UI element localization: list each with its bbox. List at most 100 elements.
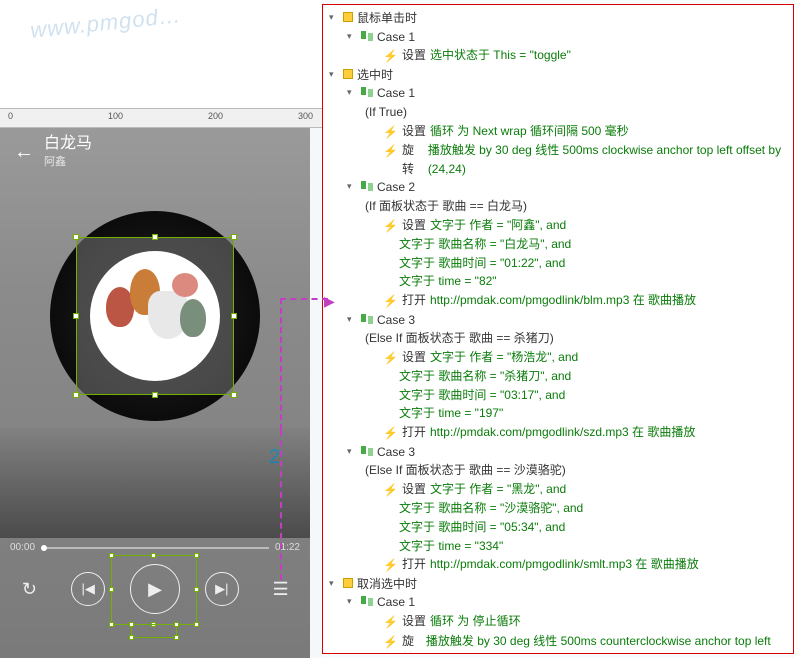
bolt-icon: ⚡ xyxy=(383,613,398,632)
action-row[interactable]: ⚡ 旋转 播放触发 by 30 deg 线性 500ms countercloc… xyxy=(329,632,787,654)
bolt-icon: ⚡ xyxy=(383,481,398,500)
sub-selection[interactable] xyxy=(131,624,177,638)
action-row[interactable]: ⚡ 打开 http://pmdak.com/pmgodlink/szd.mp3 … xyxy=(329,423,787,443)
action-prefix: 设置 xyxy=(402,46,426,65)
case-label: Case 1 xyxy=(377,84,415,103)
bolt-icon: ⚡ xyxy=(383,424,398,443)
album-art[interactable] xyxy=(90,251,220,381)
action-row[interactable]: ⚡ 设置 文字于 作者 = "阿鑫", and xyxy=(329,216,787,236)
action-cont: 文字于 歌曲时间 = "03:17", and xyxy=(329,386,787,405)
progress-bar[interactable]: 00:00 01:22 xyxy=(10,542,300,553)
case-icon xyxy=(361,181,373,191)
collapse-icon[interactable]: ▾ xyxy=(329,577,339,591)
background-crowd xyxy=(0,428,310,538)
action-value: 选中状态于 This = "toggle" xyxy=(430,46,571,65)
case-condition: (Else If 面板状态于 歌曲 == 沙漠骆驼) xyxy=(329,461,787,480)
bolt-icon: ⚡ xyxy=(383,123,398,142)
case-condition: (Else If 面板状态于 歌曲 == 杀猪刀) xyxy=(329,329,787,348)
disc-area[interactable] xyxy=(0,176,310,456)
collapse-icon[interactable]: ▾ xyxy=(347,595,357,609)
bolt-icon: ⚡ xyxy=(383,217,398,236)
design-canvas[interactable]: www.pmgod… 0 100 200 300 ← 白龙马 阿鑫 xyxy=(0,0,322,658)
connector-line xyxy=(280,298,282,430)
case-node[interactable]: ▾ Case 3 xyxy=(329,443,787,462)
case-label: Case 2 xyxy=(377,178,415,197)
ruler-tick: 100 xyxy=(108,111,123,121)
time-current: 00:00 xyxy=(10,542,35,553)
event-icon xyxy=(343,12,353,22)
case-node[interactable]: ▾ Case 1 xyxy=(329,28,787,47)
song-title: 白龙马 xyxy=(44,135,92,153)
ruler-tick: 200 xyxy=(208,111,223,121)
case-icon xyxy=(361,596,373,606)
action-cont: 文字于 歌曲名称 = "白龙马", and xyxy=(329,235,787,254)
case-icon xyxy=(361,314,373,324)
action-cont: 文字于 time = "334" xyxy=(329,537,787,556)
horizontal-ruler: 0 100 200 300 xyxy=(0,108,322,128)
prev-track-icon[interactable]: |◀ xyxy=(71,572,105,606)
case-label: Case 1 xyxy=(377,28,415,47)
collapse-icon[interactable]: ▾ xyxy=(329,11,339,25)
case-condition: (If True) xyxy=(329,103,787,122)
bolt-icon: ⚡ xyxy=(383,142,398,161)
action-row[interactable]: ⚡ 打开 http://pmdak.com/pmgodlink/blm.mp3 … xyxy=(329,291,787,311)
action-cont: 文字于 time = "82" xyxy=(329,272,787,291)
event-icon xyxy=(343,578,353,588)
collapse-icon[interactable]: ▾ xyxy=(347,445,357,459)
back-arrow-icon[interactable]: ← xyxy=(14,141,34,164)
action-row[interactable]: ⚡ 设置 循环 为 停止循环 xyxy=(329,612,787,632)
action-cont: 文字于 歌曲时间 = "05:34", and xyxy=(329,518,787,537)
case-icon xyxy=(361,31,373,41)
song-artist: 阿鑫 xyxy=(44,153,92,169)
connector-line xyxy=(280,298,328,300)
case-node[interactable]: ▾ Case 1 xyxy=(329,593,787,612)
next-track-icon[interactable]: ▶| xyxy=(205,572,239,606)
action-cont: 文字于 歌曲时间 = "01:22", and xyxy=(329,254,787,273)
bolt-icon: ⚡ xyxy=(383,47,398,66)
action-row[interactable]: ⚡ 设置 循环 为 Next wrap 循环间隔 500 毫秒 xyxy=(329,122,787,142)
case-node[interactable]: ▾ Case 3 xyxy=(329,311,787,330)
connector-line xyxy=(280,430,282,580)
collapse-icon[interactable]: ▾ xyxy=(347,86,357,100)
case-node[interactable]: ▾ Case 1 xyxy=(329,84,787,103)
event-selected[interactable]: ▾ 选中时 xyxy=(329,66,787,85)
action-row[interactable]: ⚡ 旋转 播放触发 by 30 deg 线性 500ms clockwise a… xyxy=(329,141,787,178)
phone-mockup[interactable]: ← 白龙马 阿鑫 xyxy=(0,128,310,658)
interactions-panel[interactable]: ▾ 鼠标单击时 ▾ Case 1 ⚡ 设置 选中状态于 This = "togg… xyxy=(322,4,794,654)
event-unselected[interactable]: ▾ 取消选中时 xyxy=(329,575,787,594)
case-icon xyxy=(361,446,373,456)
case-label: Case 1 xyxy=(377,593,415,612)
action-row[interactable]: ⚡ 设置 选中状态于 This = "toggle" xyxy=(329,46,787,66)
case-label: Case 3 xyxy=(377,443,415,462)
case-condition: (If 面板状态于 歌曲 == 白龙马) xyxy=(329,197,787,216)
action-row[interactable]: ⚡ 设置 文字于 作者 = "杨浩龙", and xyxy=(329,348,787,368)
disc-ring xyxy=(50,211,260,421)
bolt-icon: ⚡ xyxy=(383,556,398,575)
progress-track[interactable] xyxy=(41,547,269,549)
player-controls: ↻ |◀ ▶ ▶| ☰ xyxy=(0,564,310,614)
player-header: ← 白龙马 阿鑫 xyxy=(0,128,310,176)
collapse-icon[interactable]: ▾ xyxy=(347,180,357,194)
event-label: 取消选中时 xyxy=(357,575,417,594)
canvas-top-blank xyxy=(0,0,322,108)
action-row[interactable]: ⚡ 打开 http://pmdak.com/pmgodlink/smlt.mp3… xyxy=(329,555,787,575)
bolt-icon: ⚡ xyxy=(383,633,398,652)
action-row[interactable]: ⚡ 设置 文字于 作者 = "黑龙", and xyxy=(329,480,787,500)
case-label: Case 3 xyxy=(377,311,415,330)
album-illustration xyxy=(100,261,210,371)
collapse-icon[interactable]: ▾ xyxy=(347,313,357,327)
time-total: 01:22 xyxy=(275,542,300,553)
ruler-tick: 300 xyxy=(298,111,313,121)
case-icon xyxy=(361,87,373,97)
play-icon[interactable]: ▶ xyxy=(130,564,180,614)
collapse-icon[interactable]: ▾ xyxy=(329,68,339,82)
loop-icon[interactable]: ↻ xyxy=(12,572,46,606)
action-cont: 文字于 歌曲名称 = "沙漠骆驼", and xyxy=(329,499,787,518)
bolt-icon: ⚡ xyxy=(383,292,398,311)
event-click[interactable]: ▾ 鼠标单击时 xyxy=(329,9,787,28)
case-node[interactable]: ▾ Case 2 xyxy=(329,178,787,197)
connector-arrow-icon: ▶ xyxy=(324,293,335,310)
action-cont: 文字于 time = "197" xyxy=(329,404,787,423)
event-icon xyxy=(343,69,353,79)
collapse-icon[interactable]: ▾ xyxy=(347,30,357,44)
